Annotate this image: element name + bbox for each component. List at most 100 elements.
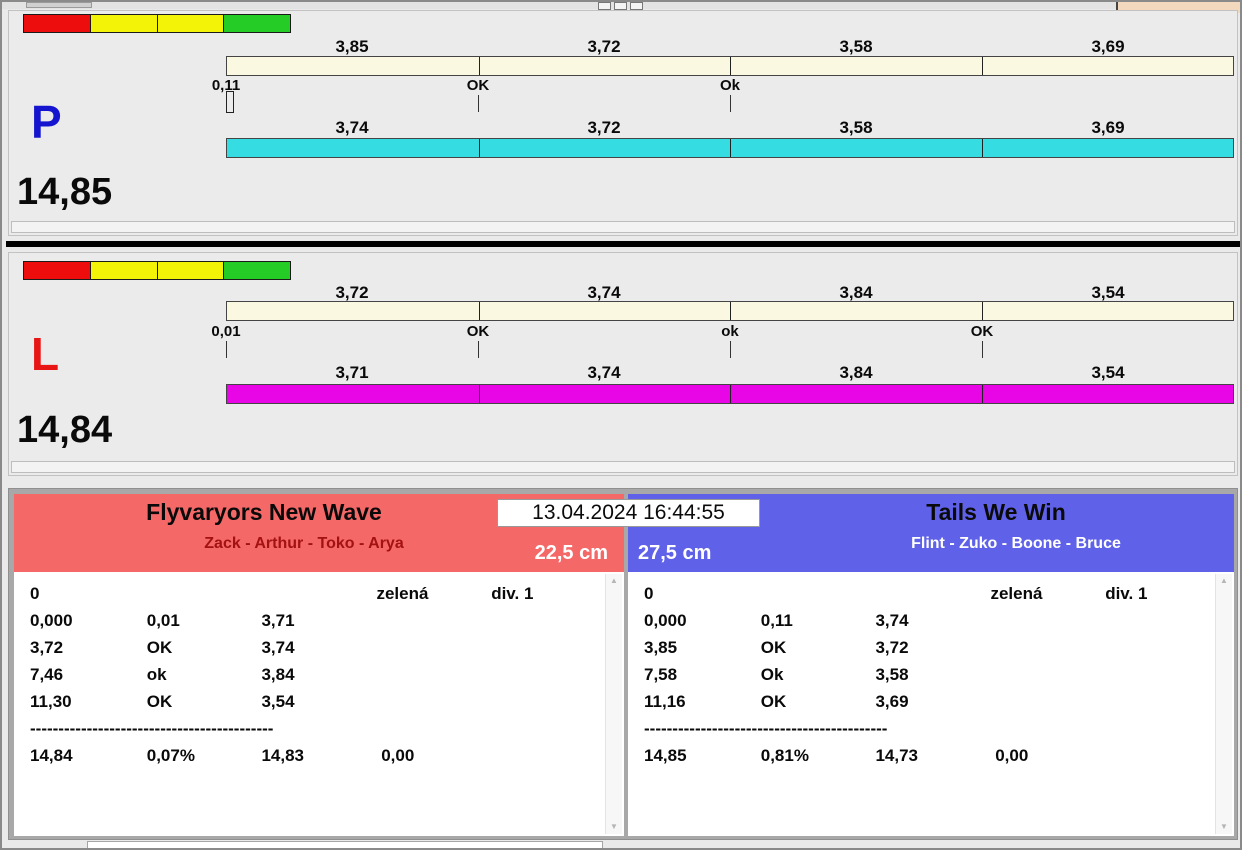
- split-value: 3,84: [730, 283, 982, 303]
- split-value: 3,71: [226, 363, 478, 383]
- bar-divider: [730, 385, 731, 403]
- bar-divider: [982, 139, 983, 157]
- crossing-marker: OK: [467, 323, 490, 340]
- crossing-marker: OK: [467, 77, 490, 94]
- log-row: 7,46 ok 3,84: [30, 661, 624, 688]
- traffic-cell-yellow-icon: [158, 262, 224, 279]
- app-window: 3,85 3,72 3,58 3,69 0,11 OK Ok 3,74 3,72…: [0, 0, 1242, 850]
- lane-letter: L: [31, 331, 59, 377]
- log-net-time: 14,73: [875, 742, 990, 769]
- log-percent: 0,07%: [147, 742, 257, 769]
- log-row: 0,000 0,01 3,71: [30, 607, 624, 634]
- scrollbar[interactable]: ▲ ▼: [605, 574, 622, 834]
- bar-divider: [982, 302, 983, 320]
- split-value: 3,74: [478, 283, 730, 303]
- log-cell: 0,01: [147, 607, 257, 634]
- split-value: 3,85: [226, 37, 478, 57]
- log-total: 14,85: [644, 742, 756, 769]
- log-cell: 3,69: [875, 688, 908, 715]
- window-button[interactable]: [598, 2, 611, 10]
- log-header-row: 0 zelená div. 1: [30, 580, 624, 607]
- scroll-down-icon[interactable]: ▼: [1216, 822, 1232, 832]
- log-cell: 3,71: [261, 607, 294, 634]
- team-panel-right: Tails We Win Flint - Zuko - Boone - Bruc…: [628, 494, 1234, 836]
- lane-track: 3,72 3,74 3,84 3,54 0,01 OK ok OK 3,71 3…: [226, 253, 1234, 475]
- log-cell: 3,58: [875, 661, 908, 688]
- log-cell: Ok: [761, 661, 871, 688]
- lane-total-time: 14,85: [17, 173, 112, 211]
- crossing-marker: Ok: [720, 77, 740, 94]
- log-cell: 7,58: [644, 661, 756, 688]
- split-value: 3,74: [226, 118, 478, 138]
- split-value: 3,72: [478, 37, 730, 57]
- log-cell: 11,16: [644, 688, 756, 715]
- lane-panel-l: 3,72 3,74 3,84 3,54 0,01 OK ok OK 3,71 3…: [8, 252, 1238, 476]
- tick-mark: [478, 341, 479, 358]
- jump-height-label: 27,5 cm: [638, 542, 711, 565]
- tick-mark: [226, 341, 227, 358]
- log-cell: OK: [147, 688, 257, 715]
- log-summary-row: 14,85 0,81% 14,73 0,00: [644, 742, 1234, 769]
- bar-divider: [730, 302, 731, 320]
- log-cell: ok: [147, 661, 257, 688]
- log-total: 14,84: [30, 742, 142, 769]
- log-light-state: zelená: [376, 580, 486, 607]
- lane-letter: P: [31, 99, 62, 145]
- log-cell: 3,54: [261, 688, 294, 715]
- log-cell: 3,74: [875, 607, 908, 634]
- lane-total-time: 14,84: [17, 411, 112, 449]
- split-value: 3,54: [982, 363, 1234, 383]
- tick-mark: [730, 95, 731, 112]
- log-percent: 0,81%: [761, 742, 871, 769]
- log-cell: 3,72: [875, 634, 908, 661]
- traffic-cell-yellow-icon: [91, 262, 157, 279]
- upper-split-bar: [226, 56, 1234, 76]
- team-name: Flyvaryors New Wave: [14, 499, 514, 526]
- log-row: 7,58 Ok 3,58: [644, 661, 1234, 688]
- top-window-fragment: [2, 2, 1240, 9]
- bar-divider: [730, 57, 731, 75]
- split-value: 3,74: [478, 363, 730, 383]
- team-members: Flint - Zuko - Boone - Bruce: [798, 535, 1234, 553]
- log-cell: 7,46: [30, 661, 142, 688]
- log-penalty: 0,00: [995, 742, 1028, 769]
- log-cell: 11,30: [30, 688, 142, 715]
- scroll-up-icon[interactable]: ▲: [1216, 576, 1232, 586]
- log-row: 11,30 OK 3,54: [30, 688, 624, 715]
- upper-split-bar: [226, 301, 1234, 321]
- tick-mark: [730, 341, 731, 358]
- scroll-down-icon[interactable]: ▼: [606, 822, 622, 832]
- traffic-cell-red-icon: [24, 15, 90, 32]
- scrollbar[interactable]: ▲ ▼: [1215, 574, 1232, 834]
- split-value: 3,72: [478, 118, 730, 138]
- log-summary-row: 14,84 0,07% 14,83 0,00: [30, 742, 624, 769]
- window-button[interactable]: [630, 2, 643, 10]
- jump-height-label: 22,5 cm: [535, 542, 608, 565]
- scoreboard: Flyvaryors New Wave Zack - Arthur - Toko…: [8, 488, 1238, 840]
- race-log-right[interactable]: 0 zelená div. 1 0,000 0,11 3,74 3,85 OK …: [628, 572, 1234, 836]
- log-light-state: zelená: [990, 580, 1100, 607]
- lane-footer-field: [11, 221, 1235, 233]
- log-row: 3,72 OK 3,74: [30, 634, 624, 661]
- window-button[interactable]: [614, 2, 627, 10]
- lower-split-bar: [226, 138, 1234, 158]
- tick-mark: [478, 95, 479, 112]
- log-row: 3,85 OK 3,72: [644, 634, 1234, 661]
- log-dashes: ----------------------------------------…: [644, 715, 887, 742]
- log-penalty: 0,00: [381, 742, 414, 769]
- scroll-up-icon[interactable]: ▲: [606, 576, 622, 586]
- log-row: 11,16 OK 3,69: [644, 688, 1234, 715]
- lane-footer-field: [11, 461, 1235, 473]
- team-panel-left: Flyvaryors New Wave Zack - Arthur - Toko…: [14, 494, 624, 836]
- team-name: Tails We Win: [758, 499, 1234, 526]
- race-timestamp: 13.04.2024 16:44:55: [497, 499, 760, 527]
- log-divider-row: ----------------------------------------…: [644, 715, 1234, 742]
- race-log-left[interactable]: 0 zelená div. 1 0,000 0,01 3,71 3,72 OK …: [14, 572, 624, 836]
- log-cell: OK: [761, 688, 871, 715]
- log-division: div. 1: [1105, 580, 1147, 607]
- lane-panel-p: 3,85 3,72 3,58 3,69 0,11 OK Ok 3,74 3,72…: [8, 10, 1238, 236]
- log-cell: 3,85: [644, 634, 756, 661]
- lane-track: 3,85 3,72 3,58 3,69 0,11 OK Ok 3,74 3,72…: [226, 11, 1234, 235]
- log-net-time: 14,83: [261, 742, 376, 769]
- start-marker-box-icon: [226, 91, 234, 113]
